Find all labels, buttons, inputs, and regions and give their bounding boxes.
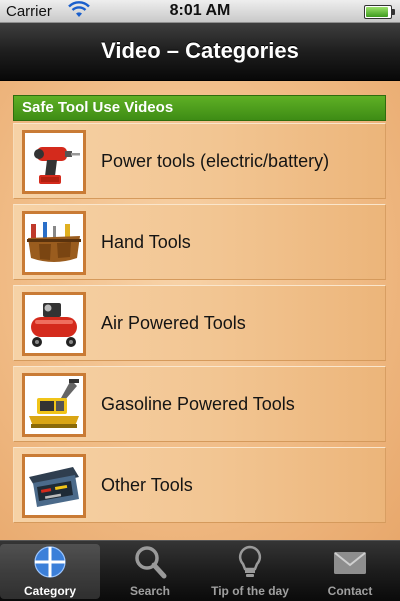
category-item-air-powered-tools[interactable]: Air Powered Tools xyxy=(13,285,386,361)
lightbulb-icon xyxy=(238,545,262,577)
globe-icon xyxy=(34,546,66,578)
category-label: Power tools (electric/battery) xyxy=(101,151,330,171)
category-label: Air Powered Tools xyxy=(101,313,246,333)
category-label: Gasoline Powered Tools xyxy=(101,394,295,414)
category-item-power-tools[interactable]: Power tools (electric/battery) xyxy=(13,123,386,199)
envelope-icon xyxy=(334,552,366,574)
category-label: Hand Tools xyxy=(101,232,191,252)
battery-icon xyxy=(364,5,395,19)
tab-tip-of-the-day[interactable]: Tip of the day xyxy=(200,541,300,601)
cordless-drill-icon xyxy=(22,130,86,194)
magnifier-icon xyxy=(135,546,167,579)
tab-label: Contact xyxy=(327,584,373,598)
page-title: Video – Categories xyxy=(101,38,299,63)
category-list: Power tools (electric/battery) Hand Tool… xyxy=(13,123,386,528)
category-label: Other Tools xyxy=(101,475,193,495)
tab-category[interactable]: Category xyxy=(0,544,100,599)
toolbox-icon xyxy=(22,454,86,518)
tab-bar: Category Search Tip of the day Contact xyxy=(0,540,400,601)
tab-label: Category xyxy=(23,584,76,598)
navigation-bar: Video – Categories xyxy=(0,23,400,81)
section-header: Safe Tool Use Videos xyxy=(13,95,386,121)
category-item-hand-tools[interactable]: Hand Tools xyxy=(13,204,386,280)
tool-belt-icon xyxy=(22,211,86,275)
air-compressor-icon xyxy=(22,292,86,356)
category-item-gasoline-powered-tools[interactable]: Gasoline Powered Tools xyxy=(13,366,386,442)
tab-contact[interactable]: Contact xyxy=(300,541,400,601)
category-content[interactable]: Safe Tool Use Videos Power tools (electr… xyxy=(0,81,400,540)
tab-search[interactable]: Search xyxy=(100,541,200,601)
clock: 8:01 AM xyxy=(169,2,231,19)
status-bar: Carrier 8:01 AM xyxy=(0,0,400,23)
plate-compactor-icon xyxy=(22,373,86,437)
category-item-other-tools[interactable]: Other Tools xyxy=(13,447,386,523)
tab-label: Search xyxy=(129,584,171,598)
tab-label: Tip of the day xyxy=(211,584,289,598)
